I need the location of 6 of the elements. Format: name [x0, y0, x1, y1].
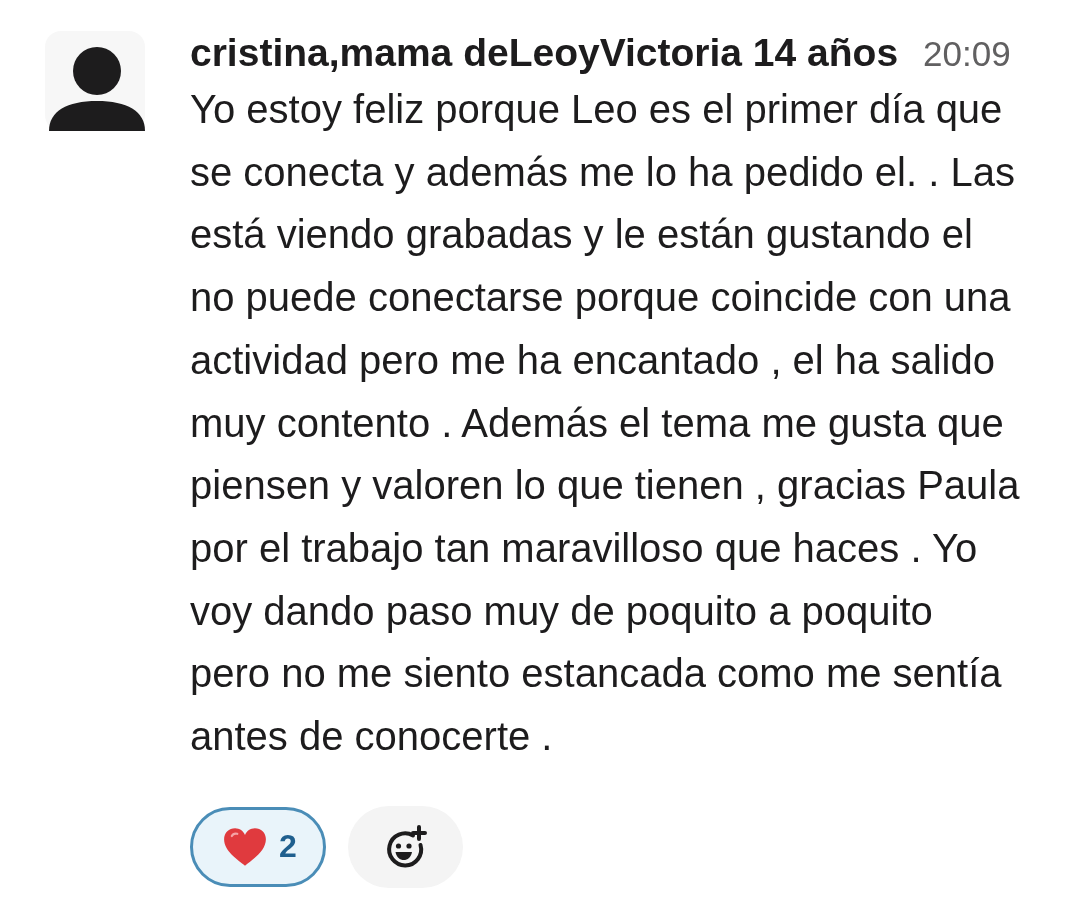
message-text: Yo estoy feliz porque Leo es el primer día que se conecta y además me lo ha pedido el. . Las está viendo grabadas y le están gustando el no puede conectarse porque coincide con una actividad pero me ha encantado , el ha salido muy contento . Además el tema me gusta que piensen y valoren lo que tienen , gracias Paula por el trabajo tan maravilloso que haces . Yo voy dando paso muy de poquito a poquito pero no me siento estancada como me sentía antes de conocerte .	[190, 86, 1021, 761]
timestamp: 20:09	[923, 33, 1011, 75]
heart-icon	[223, 826, 267, 867]
reaction-button[interactable]: 2	[190, 806, 326, 887]
user-silhouette-icon	[45, 31, 145, 131]
sender-name[interactable]: cristina,mama deLeoyVictoria 14 años	[190, 31, 899, 75]
